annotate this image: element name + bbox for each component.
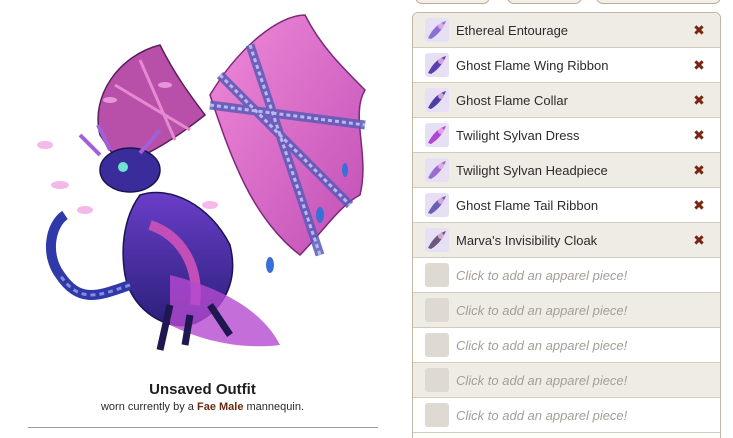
empty-apparel-slot[interactable]: Click to add an apparel piece! [413,258,720,293]
add-apparel-prompt: Click to add an apparel piece! [456,407,628,423]
empty-slot-icon [425,298,449,322]
remove-icon[interactable]: ✖ [692,128,706,142]
worn-suffix: mannequin. [246,401,305,413]
dragon-image [37,14,366,351]
apparel-label: Ghost Flame Tail Ribbon [456,197,599,213]
remove-icon[interactable]: ✖ [692,233,706,247]
empty-slot-icon [425,403,449,427]
twilight-sylvan-dress-icon [425,123,449,147]
apparel-label: Twilight Sylvan Headpiece [456,162,608,178]
remove-icon[interactable]: ✖ [692,58,706,72]
mannequin-name: Fae Male [196,401,244,413]
top-tab-right[interactable] [596,0,721,4]
ethereal-entourage-icon [425,18,449,42]
empty-slot-icon [425,368,449,392]
worn-prefix: worn currently by a [100,401,194,413]
empty-apparel-slot[interactable]: Click to add an apparel piece! [413,363,720,398]
empty-slot-icon [425,263,449,287]
remove-icon[interactable]: ✖ [692,198,706,212]
empty-slot-icon [425,333,449,357]
apparel-row[interactable]: Ghost Flame Tail Ribbon ✖ [413,188,720,223]
apparel-label: Ghost Flame Wing Ribbon [456,57,609,73]
add-apparel-prompt: Click to add an apparel piece! [456,372,628,388]
add-apparel-prompt: Click to add an apparel piece! [456,267,628,283]
outfit-title: Unsaved Outfit [149,381,256,398]
apparel-label: Ethereal Entourage [456,22,569,38]
apparel-label: Ghost Flame Collar [456,92,568,108]
add-apparel-prompt: Click to add an apparel piece! [456,302,628,318]
apparel-label: Twilight Sylvan Dress [456,127,580,143]
apparel-list: Ethereal Entourage ✖ Ghost Flame Wing Ribb… [412,12,721,438]
apparel-row[interactable]: Twilight Sylvan Dress ✖ [413,118,720,153]
ghost-flame-wing-ribbon-icon [425,53,449,77]
divider [28,427,378,428]
empty-apparel-slot[interactable]: Click to add an apparel piece! [413,398,720,433]
ghost-flame-collar-icon [425,88,449,112]
remove-icon[interactable]: ✖ [692,163,706,177]
apparel-row[interactable]: Ghost Flame Wing Ribbon ✖ [413,48,720,83]
outfit-subtitle: worn currently by a Fae Male mannequin. [0,401,405,413]
apparel-row[interactable]: Marva's Invisibility Cloak ✖ [413,223,720,258]
apparel-row[interactable]: Ethereal Entourage ✖ [413,13,720,48]
add-apparel-prompt: Click to add an apparel piece! [456,337,628,353]
remove-icon[interactable]: ✖ [692,23,706,37]
top-tab-middle[interactable] [507,0,582,4]
empty-apparel-slot[interactable]: Click to add an apparel piece! [413,328,720,363]
top-tab-left[interactable] [415,0,490,4]
twilight-sylvan-headpiece-icon [425,158,449,182]
apparel-row[interactable]: Ghost Flame Collar ✖ [413,83,720,118]
remove-icon[interactable]: ✖ [692,93,706,107]
marvas-invisibility-cloak-icon [425,228,449,252]
dragon-preview: Unsaved Outfit worn currently by a Fae M… [0,0,405,438]
apparel-label: Marva's Invisibility Cloak [456,232,598,248]
ghost-flame-tail-ribbon-icon [425,193,449,217]
apparel-row[interactable]: Twilight Sylvan Headpiece ✖ [413,153,720,188]
empty-apparel-slot[interactable]: Click to add an apparel piece! [413,293,720,328]
